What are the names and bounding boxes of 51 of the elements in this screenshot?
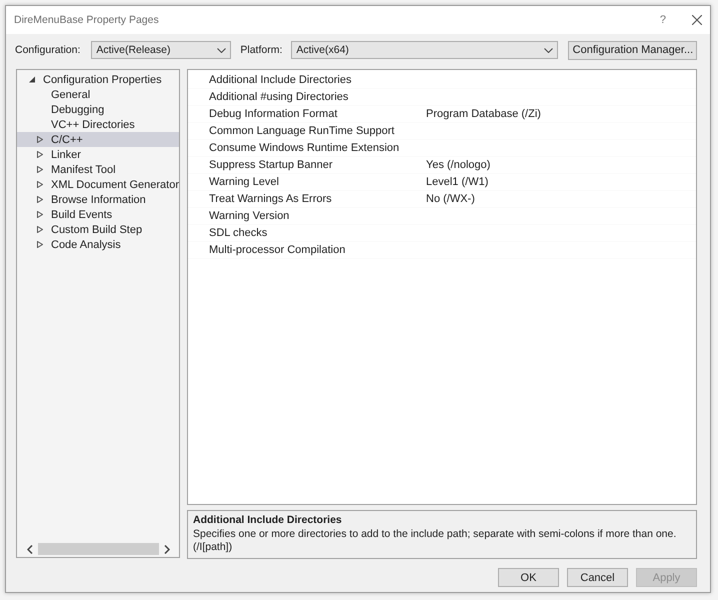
- property-name: Additional Include Directories: [209, 74, 352, 86]
- property-name: Consume Windows Runtime Extension: [209, 142, 400, 154]
- property-value[interactable]: Yes (/nologo): [426, 159, 696, 171]
- collapsed-triangle-icon[interactable]: [37, 166, 43, 173]
- tree-item[interactable]: Build Events: [17, 207, 179, 222]
- tree-item[interactable]: VC++ Directories: [17, 117, 179, 132]
- configuration-manager-button[interactable]: Configuration Manager...: [568, 40, 698, 60]
- property-name: Treat Warnings As Errors: [209, 193, 333, 205]
- property-name: Debug Information Format: [209, 108, 338, 120]
- property-value[interactable]: Program Database (/Zi): [426, 108, 696, 120]
- tree-item[interactable]: C/C++: [17, 132, 179, 147]
- dropdown[interactable]: Active(Release): [91, 41, 232, 59]
- tree-item[interactable]: Debugging: [17, 102, 179, 117]
- expanded-triangle-icon[interactable]: [29, 76, 35, 83]
- tree-item[interactable]: Configuration Properties: [17, 72, 179, 87]
- tree-item[interactable]: Linker: [17, 147, 179, 162]
- property-name: Multi-processor Compilation: [209, 244, 346, 256]
- property-value[interactable]: Level1 (/W1): [426, 176, 696, 188]
- cancel-button[interactable]: Cancel: [567, 568, 628, 587]
- collapsed-triangle-icon[interactable]: [37, 241, 43, 248]
- collapsed-triangle-icon[interactable]: [37, 151, 43, 158]
- description-text: Specifies one or more directories to add to the include path; separate with semi-colons if more than one. (/I[path]): [193, 528, 678, 554]
- property-name: Warning Level: [209, 176, 280, 188]
- collapsed-triangle-icon[interactable]: [37, 196, 43, 203]
- property-name: Warning Version: [209, 210, 290, 222]
- field-label: Platform:: [240, 44, 282, 56]
- description-title: Additional Include Directories: [193, 514, 343, 526]
- tree-item[interactable]: Custom Build Step: [17, 222, 179, 237]
- tree-item[interactable]: XML Document Generator: [17, 177, 179, 192]
- ok-button[interactable]: OK: [498, 568, 559, 587]
- collapsed-triangle-icon[interactable]: [37, 211, 43, 218]
- tree-item[interactable]: General: [17, 87, 179, 102]
- field-label: Configuration:: [15, 44, 80, 56]
- dropdown[interactable]: Active(x64): [291, 41, 558, 59]
- property-value[interactable]: No (/WX-): [426, 193, 696, 205]
- collapsed-triangle-icon[interactable]: [37, 181, 43, 188]
- property-name: Additional #using Directories: [209, 91, 350, 103]
- chevron-icon: [544, 48, 554, 52]
- property-name: Common Language RunTime Support: [209, 125, 396, 137]
- chevron-icon: [217, 48, 226, 52]
- close-icon[interactable]: [692, 15, 702, 25]
- help-button[interactable]: ?: [660, 14, 666, 26]
- property-name: SDL checks: [209, 227, 268, 239]
- collapsed-triangle-icon[interactable]: [37, 136, 43, 143]
- tree-item[interactable]: Browse Information: [17, 192, 179, 207]
- horizontal-scrollbar[interactable]: [27, 542, 170, 556]
- window-title: DireMenuBase Property Pages: [14, 14, 160, 26]
- tree-item[interactable]: Code Analysis: [17, 237, 179, 252]
- property-name: Suppress Startup Banner: [209, 159, 334, 171]
- tree-item[interactable]: Manifest Tool: [17, 162, 179, 177]
- collapsed-triangle-icon[interactable]: [37, 226, 43, 233]
